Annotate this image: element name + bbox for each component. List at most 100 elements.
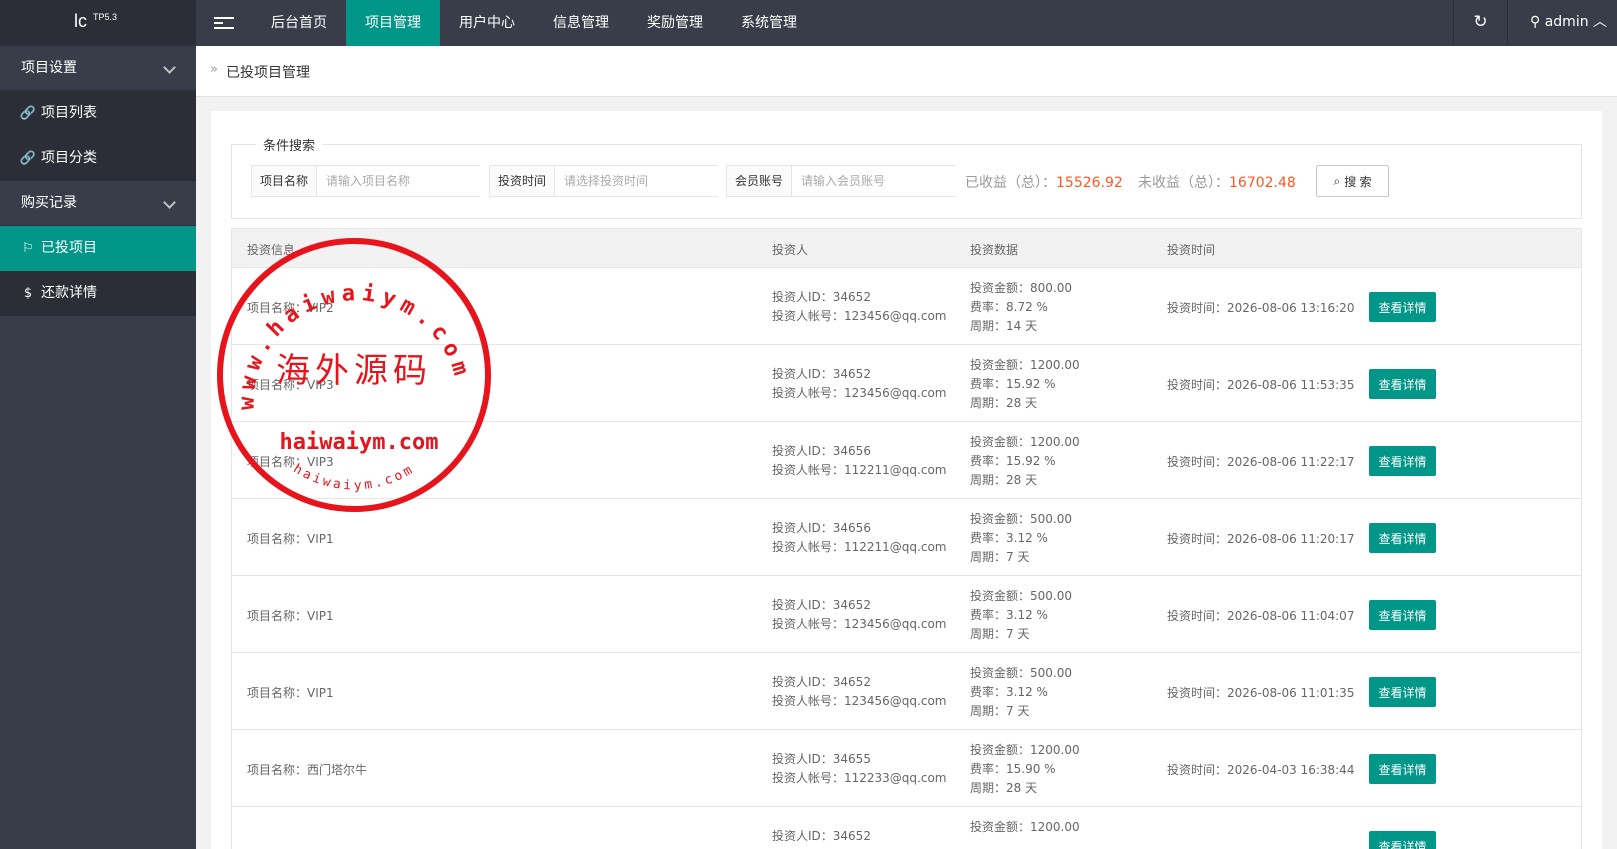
invest-table: 投资信息 投资人 投资数据 投资时间 项目名称：VIP2 投资人ID：34652 投…	[231, 228, 1582, 849]
nav-reward-management[interactable]: 奖励管理	[628, 0, 722, 46]
invest-period: 周期：28 天	[970, 396, 1038, 410]
project-name: 项目名称：VIP2	[247, 301, 334, 315]
search-legend: 条件搜索	[256, 135, 323, 154]
invest-period: 周期：7 天	[970, 704, 1030, 718]
sidebar-item-repayment-details[interactable]: $ 还款详情	[0, 271, 196, 316]
invest-rate: 费率：15.92 %	[970, 454, 1056, 468]
investor-account: 投资人帐号：123456@qq.com	[772, 386, 947, 400]
earned-label: 已收益（总）：	[965, 175, 1056, 191]
table-row: 项目名称：VIP2 投资人ID：34652 投资人帐号：123456@qq.com 投…	[231, 268, 1582, 345]
investor-id: 投资人ID：34652	[772, 829, 871, 843]
invest-period: 周期：28 天	[970, 473, 1038, 487]
unearned-value: 16702.48	[1229, 175, 1296, 191]
invest-period: 周期：7 天	[970, 627, 1030, 641]
investor-account: 投资人帐号：112233@qq.com	[772, 771, 947, 785]
invest-time: 投资时间：2026-08-06 11:20:17	[1167, 532, 1355, 546]
view-detail-button[interactable]: 查看详情	[1369, 292, 1436, 322]
invest-rate: 费率：3.12 %	[970, 531, 1048, 545]
project-name: 项目名称：VIP3	[247, 378, 334, 392]
nav-home[interactable]: 后台首页	[252, 0, 346, 46]
invest-time: 投资时间：2026-08-06 11:53:35	[1167, 378, 1355, 392]
invest-time-input[interactable]	[555, 166, 720, 196]
view-detail-button[interactable]: 查看详情	[1369, 523, 1436, 553]
page-title: 已投项目管理	[226, 65, 310, 81]
invest-amount: 投资金额：800.00	[970, 281, 1072, 295]
member-account-input[interactable]	[792, 166, 957, 196]
invest-data-cell: 投资金额：500.00 费率：3.12 % 周期：7 天	[970, 587, 1072, 644]
sidebar-item-invested-projects[interactable]: ⚐ 已投项目	[0, 226, 196, 271]
logo-text: lc	[74, 11, 87, 31]
flag-icon: ⚐	[22, 241, 34, 256]
view-detail-button[interactable]: 查看详情	[1369, 754, 1436, 784]
top-header: lc TP5.3 后台首页 项目管理 用户中心 信息管理 奖励管理 系统管理 ↻…	[0, 0, 1617, 46]
investor-id: 投资人ID：34655	[772, 752, 871, 766]
search-button[interactable]: ⌕ 搜 索	[1316, 165, 1389, 197]
investor-account: 投资人帐号：112211@qq.com	[772, 463, 947, 477]
double-chevron-icon: »	[210, 62, 218, 77]
sidebar: 项目设置 🔗 项目列表 🔗 项目分类 购买记录 ⚐ 已投项目 $ 还款详情	[0, 46, 196, 849]
sidebar-group-purchase-records[interactable]: 购买记录	[0, 181, 196, 226]
invest-time: 投资时间：2026-08-06 13:16:20	[1167, 301, 1355, 315]
table-row: 项目名称：VIP3 投资人ID：34656 投资人帐号：112211@qq.com 投…	[231, 422, 1582, 499]
sidebar-item-label: 项目分类	[41, 150, 97, 166]
invest-amount: 投资金额：1200.00	[970, 358, 1080, 372]
project-name-input[interactable]	[317, 166, 482, 196]
invest-data-cell: 投资金额：1200.00 费率：15.90 % 周期：28 天	[970, 741, 1080, 798]
sidebar-group-label: 购买记录	[21, 195, 77, 211]
unearned-total: 未收益（总）：16702.48	[1138, 172, 1296, 192]
investor-cell: 投资人ID：34652 投资人帐号：123456@qq.com	[772, 288, 947, 326]
nav-project-management[interactable]: 项目管理	[346, 0, 440, 46]
breadcrumb: » 已投项目管理	[196, 46, 1617, 97]
project-name-label: 项目名称	[252, 166, 318, 196]
sidebar-group-label: 项目设置	[21, 60, 77, 76]
view-detail-button[interactable]: 查看详情	[1369, 831, 1436, 849]
project-name: 项目名称：VIP3	[247, 455, 334, 469]
table-row: 项目名称：VIP1 投资人ID：34656 投资人帐号：112211@qq.com 投…	[231, 499, 1582, 576]
logo[interactable]: lc TP5.3	[0, 0, 196, 46]
table-row: 项目名称：VIP1 投资人ID：34652 投资人帐号：123456@qq.com 投…	[231, 653, 1582, 730]
invest-data-cell: 投资金额：800.00 费率：8.72 % 周期：14 天	[970, 279, 1072, 336]
invest-time: 投资时间：2026-04-03 16:38:44	[1167, 763, 1355, 777]
unearned-label: 未收益（总）：	[1138, 175, 1229, 191]
invest-rate: 费率：3.12 %	[970, 685, 1048, 699]
menu-fold-icon[interactable]	[214, 14, 234, 32]
view-detail-button[interactable]: 查看详情	[1369, 446, 1436, 476]
member-account-label: 会员账号	[727, 166, 793, 196]
investor-cell: 投资人ID：34655 投资人帐号：112233@qq.com	[772, 750, 947, 788]
username: admin	[1544, 14, 1589, 30]
nav-info-management[interactable]: 信息管理	[534, 0, 628, 46]
view-detail-button[interactable]: 查看详情	[1369, 369, 1436, 399]
refresh-icon[interactable]: ↻	[1453, 0, 1507, 46]
header-invest-time: 投资时间	[1167, 243, 1216, 257]
user-menu[interactable]: ⚲ admin ︿	[1507, 0, 1617, 46]
invest-time: 投资时间：2026-08-06 11:04:07	[1167, 609, 1355, 623]
user-icon: ⚲	[1530, 14, 1541, 30]
investor-id: 投资人ID：34652	[772, 675, 871, 689]
chevron-down-icon	[163, 61, 176, 74]
sidebar-item-project-category[interactable]: 🔗 项目分类	[0, 136, 196, 181]
investor-id: 投资人ID：34656	[772, 444, 871, 458]
chevron-down-icon	[163, 196, 176, 209]
header-invest-data: 投资数据	[970, 243, 1019, 257]
nav-user-center[interactable]: 用户中心	[440, 0, 534, 46]
view-detail-button[interactable]: 查看详情	[1369, 677, 1436, 707]
table-row: 项目名称：VIP1 投资人ID：34652 投资人帐号：123456@qq.com 投…	[231, 576, 1582, 653]
chevron-up-icon: ︿	[1593, 14, 1608, 30]
invest-rate: 费率：15.90 %	[970, 762, 1056, 776]
invest-data-cell: 投资金额：500.00 费率：3.12 % 周期：7 天	[970, 510, 1072, 567]
table-row: 投资人ID：34652 投资金额：1200.00 查看详情	[231, 807, 1582, 849]
view-detail-button[interactable]: 查看详情	[1369, 600, 1436, 630]
invest-data-cell: 投资金额：1200.00	[970, 818, 1080, 837]
nav-system-management[interactable]: 系统管理	[722, 0, 816, 46]
sidebar-group-project-settings[interactable]: 项目设置	[0, 46, 196, 91]
earned-total: 已收益（总）：15526.92	[965, 172, 1123, 192]
invest-period: 周期：28 天	[970, 781, 1038, 795]
sidebar-item-project-list[interactable]: 🔗 项目列表	[0, 91, 196, 136]
investor-account: 投资人帐号：123456@qq.com	[772, 309, 947, 323]
invest-time: 投资时间：2026-08-06 11:22:17	[1167, 455, 1355, 469]
project-name-field: 项目名称	[251, 165, 482, 197]
invest-data-cell: 投资金额：1200.00 费率：15.92 % 周期：28 天	[970, 433, 1080, 490]
investor-cell: 投资人ID：34656 投资人帐号：112211@qq.com	[772, 519, 947, 557]
sidebar-item-label: 项目列表	[41, 105, 97, 121]
logo-version: TP5.3	[93, 12, 118, 22]
